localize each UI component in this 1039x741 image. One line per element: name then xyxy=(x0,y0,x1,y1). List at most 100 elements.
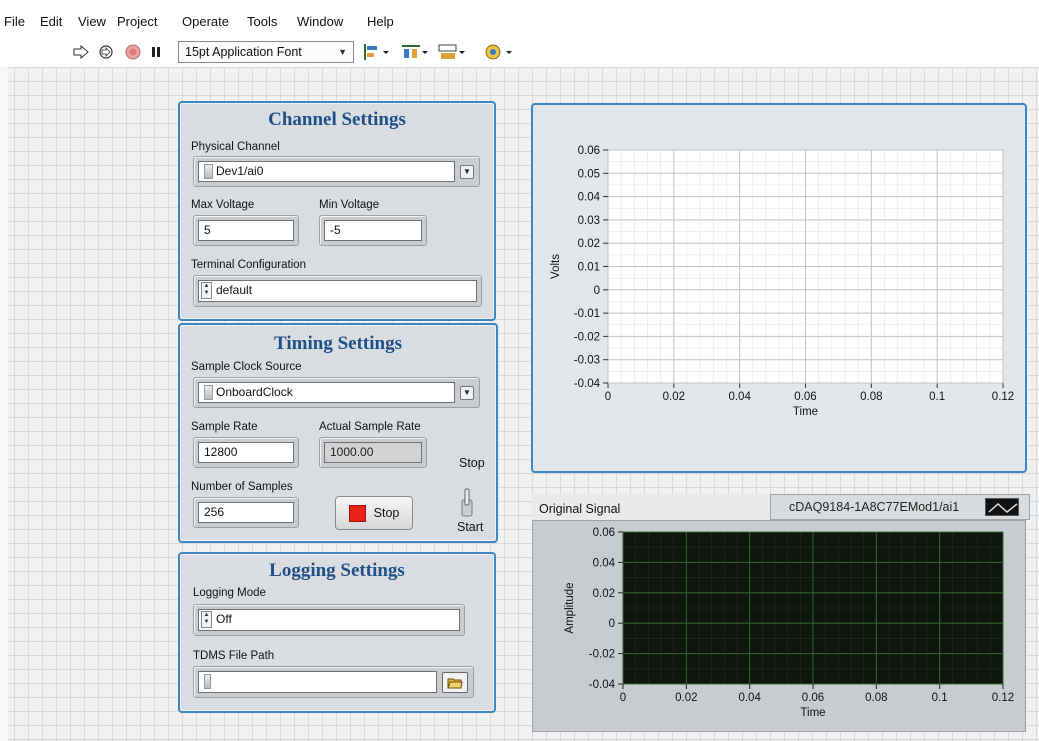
physical-channel-field[interactable]: Dev1/ai0 xyxy=(198,161,455,182)
plot-legend[interactable]: cDAQ9184-1A8C77EMod1/ai1 xyxy=(770,494,1030,520)
terminal-config-control[interactable]: ▲ ▼ default xyxy=(193,275,482,307)
y-tick-label: -0.02 xyxy=(574,331,600,343)
run-arrow-icon[interactable] xyxy=(72,42,90,62)
logging-mode-field[interactable]: ▲ ▼ Off xyxy=(198,609,460,631)
y-tick-label: -0.03 xyxy=(574,355,600,367)
y-tick-label: 0.04 xyxy=(578,192,601,204)
x-tick-label: 0.12 xyxy=(992,391,1014,403)
logging-mode-value: Off xyxy=(216,612,232,626)
menu-bar: File Edit View Project Operate Tools Win… xyxy=(0,0,1039,38)
sample-clock-control[interactable]: OnboardClock ▼ xyxy=(193,377,480,408)
y-tick-label: 0.06 xyxy=(578,145,600,157)
graph2-plot: 0 0.02 0.04 0.06 0.08 0.1 0.12 0.06 0.04 0.02 0 -0.… xyxy=(564,527,1014,719)
max-voltage-control[interactable]: 5 xyxy=(193,215,299,246)
tdms-path-control[interactable] xyxy=(193,666,474,698)
align-objects-icon[interactable] xyxy=(361,43,391,61)
physical-channel-value: Dev1/ai0 xyxy=(216,164,264,178)
abort-icon[interactable] xyxy=(124,42,142,62)
sample-rate-control[interactable]: 12800 xyxy=(193,437,299,468)
num-samples-label: Number of Samples xyxy=(191,481,293,493)
terminal-config-label: Terminal Configuration xyxy=(191,259,307,271)
resize-objects-icon[interactable] xyxy=(437,43,467,61)
start-stop-toggle-switch[interactable] xyxy=(460,488,474,518)
canvas-edge xyxy=(0,67,8,741)
logging-settings-panel: Logging Settings Logging Mode ▲ ▼ Off TDMS… xyxy=(178,552,496,713)
tdms-path-field[interactable] xyxy=(198,671,437,693)
x-tick-label: 0.04 xyxy=(738,692,761,704)
y-tick-label: 0 xyxy=(594,285,600,297)
max-voltage-label: Max Voltage xyxy=(191,199,255,211)
y-tick-label: -0.04 xyxy=(574,378,601,390)
channel-settings-title: Channel Settings xyxy=(268,109,406,130)
y-tick-label: 0 xyxy=(609,618,615,630)
actual-sample-rate-indicator: 1000.00 xyxy=(319,437,427,468)
pause-icon[interactable] xyxy=(149,42,163,62)
terminal-config-field[interactable]: ▲ ▼ default xyxy=(198,280,477,302)
x-tick-label: 0 xyxy=(620,692,626,704)
menu-view[interactable]: View xyxy=(78,14,106,29)
max-voltage-field[interactable]: 5 xyxy=(198,220,294,241)
stop-button[interactable]: Stop xyxy=(335,496,413,530)
sample-clock-field[interactable]: OnboardClock xyxy=(198,382,455,403)
menu-project[interactable]: Project xyxy=(117,14,157,29)
tdms-path-label: TDMS File Path xyxy=(193,650,275,662)
x-tick-label: 0.08 xyxy=(865,692,887,704)
io-name-icon xyxy=(204,385,213,401)
sample-clock-value: OnboardClock xyxy=(216,385,293,399)
x-tick-label: 0.04 xyxy=(728,391,751,403)
legend-label: cDAQ9184-1A8C77EMod1/ai1 xyxy=(789,500,960,514)
x-axis-label: Time xyxy=(793,406,818,418)
timing-settings-title: Timing Settings xyxy=(274,333,402,354)
menu-file[interactable]: File xyxy=(4,14,25,29)
y-axis-label: Amplitude xyxy=(564,582,576,633)
logging-mode-label: Logging Mode xyxy=(193,587,266,599)
x-tick-label: 0.1 xyxy=(929,391,945,403)
browse-button[interactable] xyxy=(442,672,468,693)
x-tick-label: 0.06 xyxy=(794,391,816,403)
min-voltage-control[interactable]: -5 xyxy=(319,215,427,246)
y-tick-label: 0.06 xyxy=(593,527,615,539)
physical-channel-control[interactable]: Dev1/ai0 ▼ xyxy=(193,156,480,187)
sample-clock-dropdown-button[interactable]: ▼ xyxy=(460,386,474,400)
sample-clock-label: Sample Clock Source xyxy=(191,361,302,373)
waveform-graph-volts: 0 0.02 0.04 0.06 0.08 0.1 0.12 0.06 0.05 0.04 0.03… xyxy=(531,103,1027,473)
y-tick-label: 0.01 xyxy=(578,262,600,274)
toggle-stop-label: Stop xyxy=(459,456,485,470)
reorder-icon[interactable] xyxy=(484,43,514,61)
y-tick-label: -0.04 xyxy=(589,679,616,691)
y-tick-label: 0.04 xyxy=(593,557,616,569)
legend-line-icon xyxy=(985,498,1019,516)
sample-rate-field[interactable]: 12800 xyxy=(198,442,294,463)
x-tick-label: 0 xyxy=(605,391,611,403)
toggle-start-label: Start xyxy=(457,520,484,534)
font-select-value: 15pt Application Font xyxy=(185,45,302,59)
logging-mode-control[interactable]: ▲ ▼ Off xyxy=(193,604,465,636)
ring-increment-icon[interactable]: ▲ ▼ xyxy=(201,282,212,300)
num-samples-field[interactable]: 256 xyxy=(198,502,294,523)
terminal-config-value: default xyxy=(216,283,253,297)
x-tick-label: 0.12 xyxy=(992,692,1014,704)
menu-window[interactable]: Window xyxy=(297,14,343,29)
ring-increment-icon[interactable]: ▲ ▼ xyxy=(201,611,212,629)
chevron-down-icon: ▼ xyxy=(338,47,347,57)
min-voltage-field[interactable]: -5 xyxy=(324,220,422,241)
menu-help[interactable]: Help xyxy=(367,14,394,29)
stop-led-icon xyxy=(348,504,366,522)
io-name-icon xyxy=(204,164,213,180)
font-select[interactable]: 15pt Application Font ▼ xyxy=(178,41,354,63)
logging-settings-title: Logging Settings xyxy=(269,560,405,581)
x-tick-label: 0.02 xyxy=(663,391,685,403)
y-tick-label: 0.03 xyxy=(578,215,600,227)
physical-channel-dropdown-button[interactable]: ▼ xyxy=(460,165,474,179)
menu-edit[interactable]: Edit xyxy=(40,14,62,29)
y-tick-label: -0.01 xyxy=(574,308,600,320)
sample-rate-label: Sample Rate xyxy=(191,421,258,433)
x-axis-label: Time xyxy=(800,707,825,719)
menu-operate[interactable]: Operate xyxy=(182,14,229,29)
menu-tools[interactable]: Tools xyxy=(247,14,277,29)
num-samples-control[interactable]: 256 xyxy=(193,497,299,528)
y-tick-label: 0.05 xyxy=(578,168,600,180)
run-continuous-icon[interactable] xyxy=(96,42,116,62)
distribute-objects-icon[interactable] xyxy=(400,43,430,61)
original-signal-label: Original Signal xyxy=(539,502,621,516)
